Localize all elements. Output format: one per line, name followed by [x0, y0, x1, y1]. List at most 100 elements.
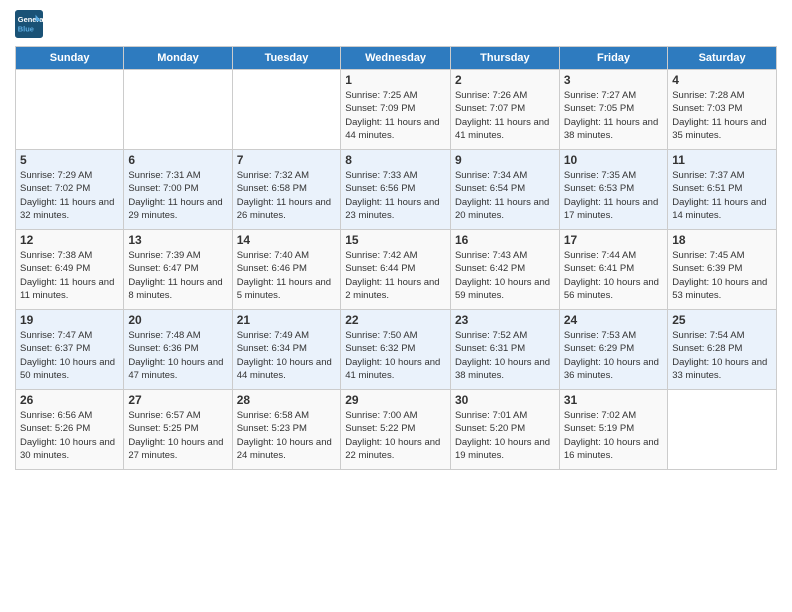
day-number: 15 [345, 233, 446, 247]
calendar-cell: 31 Sunrise: 7:02 AM Sunset: 5:19 PM Dayli… [559, 390, 667, 470]
calendar-cell: 22 Sunrise: 7:50 AM Sunset: 6:32 PM Dayli… [341, 310, 451, 390]
day-number: 1 [345, 73, 446, 87]
calendar-cell: 15 Sunrise: 7:42 AM Sunset: 6:44 PM Dayli… [341, 230, 451, 310]
day-info: Sunrise: 7:02 AM Sunset: 5:19 PM Dayligh… [564, 409, 663, 462]
week-row: 12Sunrise: 7:38 AM Sunset: 6:49 PM Dayli… [16, 230, 777, 310]
logo-icon: General Blue [15, 10, 43, 38]
calendar-cell: 4 Sunrise: 7:28 AM Sunset: 7:03 PM Daylig… [668, 70, 777, 150]
calendar-header: SundayMondayTuesdayWednesdayThursdayFrid… [16, 47, 777, 70]
calendar-cell: 6Sunrise: 7:31 AM Sunset: 7:00 PM Daylig… [124, 150, 232, 230]
calendar-cell: 12Sunrise: 7:38 AM Sunset: 6:49 PM Dayli… [16, 230, 124, 310]
day-number: 18 [672, 233, 772, 247]
header-row: SundayMondayTuesdayWednesdayThursdayFrid… [16, 47, 777, 70]
logo: General Blue [15, 10, 47, 38]
week-row: 1 Sunrise: 7:25 AM Sunset: 7:09 PM Daylig… [16, 70, 777, 150]
calendar-cell: 17Sunrise: 7:44 AM Sunset: 6:41 PM Dayli… [559, 230, 667, 310]
calendar-cell [16, 70, 124, 150]
day-info: Sunrise: 7:01 AM Sunset: 5:20 PM Dayligh… [455, 409, 555, 462]
day-number: 7 [237, 153, 337, 167]
day-info: Sunrise: 6:56 AM Sunset: 5:26 PM Dayligh… [20, 409, 119, 462]
day-number: 28 [237, 393, 337, 407]
day-number: 6 [128, 153, 227, 167]
day-header-thursday: Thursday [450, 47, 559, 70]
day-info: Sunrise: 7:35 AM Sunset: 6:53 PM Dayligh… [564, 169, 663, 222]
week-row: 5 Sunrise: 7:29 AM Sunset: 7:02 PM Daylig… [16, 150, 777, 230]
day-number: 16 [455, 233, 555, 247]
day-number: 4 [672, 73, 772, 87]
calendar-cell: 25 Sunrise: 7:54 AM Sunset: 6:28 PM Dayli… [668, 310, 777, 390]
day-number: 21 [237, 313, 337, 327]
day-header-monday: Monday [124, 47, 232, 70]
day-number: 22 [345, 313, 446, 327]
calendar-cell: 19 Sunrise: 7:47 AM Sunset: 6:37 PM Dayli… [16, 310, 124, 390]
day-info: Sunrise: 7:47 AM Sunset: 6:37 PM Dayligh… [20, 329, 119, 382]
day-info: Sunrise: 7:53 AM Sunset: 6:29 PM Dayligh… [564, 329, 663, 382]
day-info: Sunrise: 7:33 AM Sunset: 6:56 PM Dayligh… [345, 169, 446, 222]
page-container: General Blue SundayMondayTuesdayWednesda… [0, 0, 792, 480]
day-number: 25 [672, 313, 772, 327]
day-info: Sunrise: 7:54 AM Sunset: 6:28 PM Dayligh… [672, 329, 772, 382]
day-number: 5 [20, 153, 119, 167]
day-info: Sunrise: 7:28 AM Sunset: 7:03 PM Dayligh… [672, 89, 772, 142]
calendar-cell: 21Sunrise: 7:49 AM Sunset: 6:34 PM Dayli… [232, 310, 341, 390]
day-header-tuesday: Tuesday [232, 47, 341, 70]
calendar-cell: 26 Sunrise: 6:56 AM Sunset: 5:26 PM Dayli… [16, 390, 124, 470]
day-info: Sunrise: 7:48 AM Sunset: 6:36 PM Dayligh… [128, 329, 227, 382]
day-number: 24 [564, 313, 663, 327]
calendar-cell [232, 70, 341, 150]
day-number: 30 [455, 393, 555, 407]
day-info: Sunrise: 7:42 AM Sunset: 6:44 PM Dayligh… [345, 249, 446, 302]
day-number: 19 [20, 313, 119, 327]
day-number: 12 [20, 233, 119, 247]
calendar-cell: 8Sunrise: 7:33 AM Sunset: 6:56 PM Daylig… [341, 150, 451, 230]
day-info: Sunrise: 7:34 AM Sunset: 6:54 PM Dayligh… [455, 169, 555, 222]
day-header-saturday: Saturday [668, 47, 777, 70]
day-number: 26 [20, 393, 119, 407]
day-info: Sunrise: 6:57 AM Sunset: 5:25 PM Dayligh… [128, 409, 227, 462]
day-info: Sunrise: 7:45 AM Sunset: 6:39 PM Dayligh… [672, 249, 772, 302]
day-number: 9 [455, 153, 555, 167]
day-number: 2 [455, 73, 555, 87]
day-number: 11 [672, 153, 772, 167]
day-info: Sunrise: 7:25 AM Sunset: 7:09 PM Dayligh… [345, 89, 446, 142]
day-header-friday: Friday [559, 47, 667, 70]
calendar-cell: 14Sunrise: 7:40 AM Sunset: 6:46 PM Dayli… [232, 230, 341, 310]
day-header-wednesday: Wednesday [341, 47, 451, 70]
day-number: 3 [564, 73, 663, 87]
calendar-cell [124, 70, 232, 150]
day-number: 10 [564, 153, 663, 167]
day-number: 29 [345, 393, 446, 407]
day-info: Sunrise: 7:44 AM Sunset: 6:41 PM Dayligh… [564, 249, 663, 302]
day-info: Sunrise: 7:29 AM Sunset: 7:02 PM Dayligh… [20, 169, 119, 222]
calendar-cell: 2 Sunrise: 7:26 AM Sunset: 7:07 PM Daylig… [450, 70, 559, 150]
calendar-cell: 27 Sunrise: 6:57 AM Sunset: 5:25 PM Dayli… [124, 390, 232, 470]
day-number: 23 [455, 313, 555, 327]
day-info: Sunrise: 7:40 AM Sunset: 6:46 PM Dayligh… [237, 249, 337, 302]
day-info: Sunrise: 7:00 AM Sunset: 5:22 PM Dayligh… [345, 409, 446, 462]
day-number: 31 [564, 393, 663, 407]
day-info: Sunrise: 7:32 AM Sunset: 6:58 PM Dayligh… [237, 169, 337, 222]
day-info: Sunrise: 7:27 AM Sunset: 7:05 PM Dayligh… [564, 89, 663, 142]
calendar-cell: 11 Sunrise: 7:37 AM Sunset: 6:51 PM Dayli… [668, 150, 777, 230]
day-number: 27 [128, 393, 227, 407]
week-row: 26 Sunrise: 6:56 AM Sunset: 5:26 PM Dayli… [16, 390, 777, 470]
header: General Blue [15, 10, 777, 38]
week-row: 19 Sunrise: 7:47 AM Sunset: 6:37 PM Dayli… [16, 310, 777, 390]
day-info: Sunrise: 7:43 AM Sunset: 6:42 PM Dayligh… [455, 249, 555, 302]
calendar-cell: 18 Sunrise: 7:45 AM Sunset: 6:39 PM Dayli… [668, 230, 777, 310]
day-info: Sunrise: 7:50 AM Sunset: 6:32 PM Dayligh… [345, 329, 446, 382]
day-info: Sunrise: 7:37 AM Sunset: 6:51 PM Dayligh… [672, 169, 772, 222]
day-header-sunday: Sunday [16, 47, 124, 70]
calendar-cell: 7 Sunrise: 7:32 AM Sunset: 6:58 PM Daylig… [232, 150, 341, 230]
day-number: 20 [128, 313, 227, 327]
calendar-cell: 13Sunrise: 7:39 AM Sunset: 6:47 PM Dayli… [124, 230, 232, 310]
calendar-cell: 28Sunrise: 6:58 AM Sunset: 5:23 PM Dayli… [232, 390, 341, 470]
calendar-cell: 29 Sunrise: 7:00 AM Sunset: 5:22 PM Dayli… [341, 390, 451, 470]
calendar-table: SundayMondayTuesdayWednesdayThursdayFrid… [15, 46, 777, 470]
calendar-cell: 9 Sunrise: 7:34 AM Sunset: 6:54 PM Daylig… [450, 150, 559, 230]
calendar-cell: 1 Sunrise: 7:25 AM Sunset: 7:09 PM Daylig… [341, 70, 451, 150]
day-info: Sunrise: 7:26 AM Sunset: 7:07 PM Dayligh… [455, 89, 555, 142]
calendar-cell: 10 Sunrise: 7:35 AM Sunset: 6:53 PM Dayli… [559, 150, 667, 230]
svg-text:Blue: Blue [18, 24, 34, 33]
calendar-cell: 30 Sunrise: 7:01 AM Sunset: 5:20 PM Dayli… [450, 390, 559, 470]
